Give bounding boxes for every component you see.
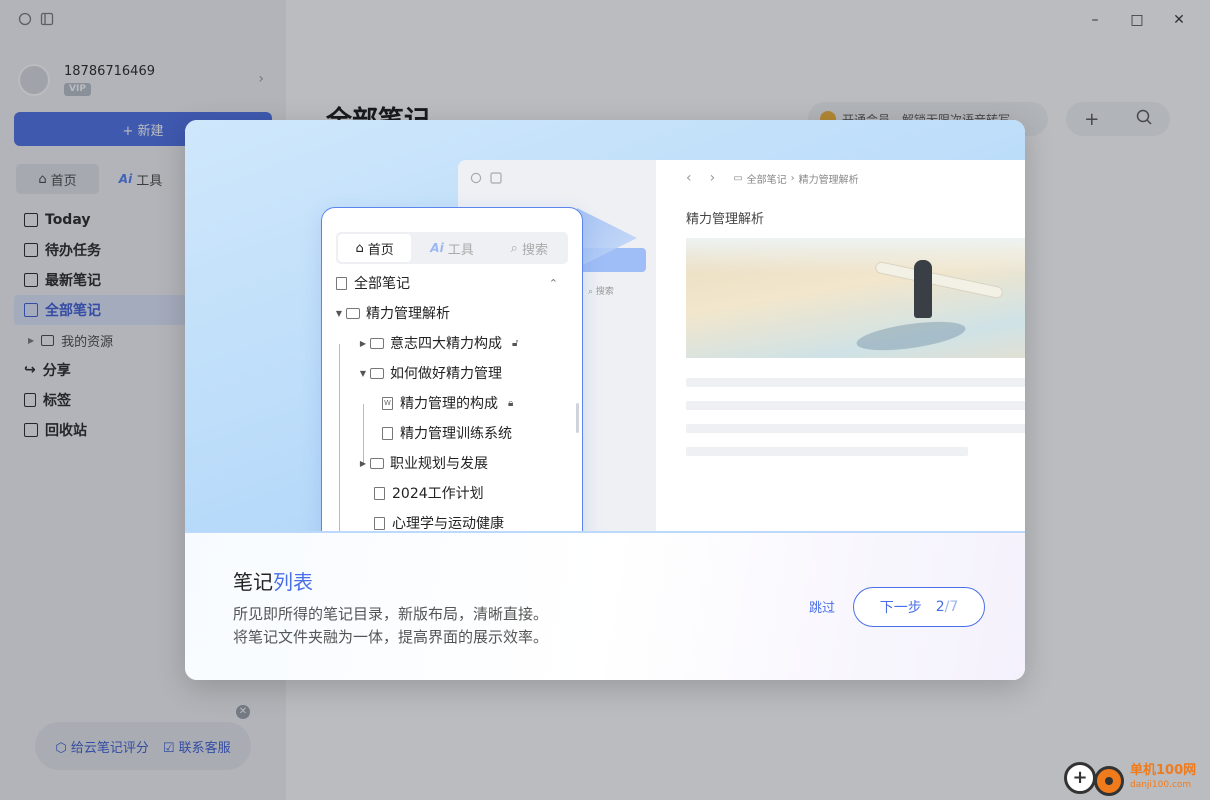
watermark-text: 单机100网 (1130, 763, 1197, 778)
scrollbar (576, 403, 579, 433)
mock-search-label: 搜索 (595, 287, 614, 297)
feature-illustration: ⌕ 搜索 ‹ › ▭ 全部笔记 › 精力管理解析 精力管理解析 ⌂ 首页 Ai … (185, 120, 1025, 532)
step-current: 2 (935, 599, 945, 615)
tree-item-label: 职业规划与发展 (390, 456, 488, 472)
folder-icon (370, 337, 384, 349)
tree-item: ▼ 精力管理解析 (336, 298, 568, 328)
tree-item-label: 精力管理的构成 (400, 396, 498, 412)
description-line: 所见即所得的笔记目录，新版布局，清晰直接。 (233, 605, 549, 623)
tree-item-label: 2024工作计划 (392, 486, 484, 502)
watermark-url: danji100.com (1130, 780, 1192, 790)
caret-right-icon: ▶ (359, 338, 367, 348)
tree-item-label: 意志四大精力构成 (390, 336, 502, 352)
tree-item: 2024工作计划 (336, 478, 568, 508)
folder-icon (370, 367, 384, 379)
step-total: /7 (944, 599, 959, 615)
modal-footer: 笔记列表 所见即所得的笔记目录，新版布局，清晰直接。 将笔记文件夹融为一体，提高… (185, 533, 1025, 680)
watermark-logo: + (1060, 758, 1126, 798)
note-tree: 全部笔记 ⌃ ▼ 精力管理解析 ▶ 意志四大精力构成 🔓︎ ▼ 如何做好精力管理… (336, 268, 568, 532)
tree-item: ▼ 如何做好精力管理 (336, 358, 568, 388)
mock-collapse-icon (490, 172, 502, 184)
tree-item: 精力管理训练系统 (336, 418, 568, 448)
placeholder-line (686, 447, 968, 456)
skip-button[interactable]: 跳过 (809, 597, 835, 616)
folder-icon (370, 457, 384, 469)
mock-tab-label: 搜索 (521, 242, 548, 258)
audio-doc-icon (374, 486, 385, 500)
tree-item: 心理学与运动健康 (336, 508, 568, 532)
tree-item-label: 心理学与运动健康 (392, 516, 504, 532)
folder-icon: ▭ (733, 172, 743, 184)
onboarding-modal: ⌕ 搜索 ‹ › ▭ 全部笔记 › 精力管理解析 精力管理解析 ⌂ 首页 Ai … (185, 120, 1025, 680)
lock-icon: 🔒︎ (508, 397, 514, 409)
back-arrow-icon: ‹ (686, 170, 692, 186)
placeholder-line (686, 401, 1025, 410)
site-watermark: + 单机100网 danji100.com (1060, 758, 1196, 798)
description-line: 将笔记文件夹融为一体，提高界面的展示效率。 (233, 628, 549, 646)
mock-note-view: ‹ › ▭ 全部笔记 › 精力管理解析 精力管理解析 (656, 160, 1025, 532)
caret-down-icon: ▼ (359, 368, 367, 378)
next-step-label: 下一步 (879, 600, 922, 616)
tree-item: W 精力管理的构成 🔒︎ (336, 388, 568, 418)
tree-item-label: 如何做好精力管理 (390, 366, 502, 382)
mock-tab-tools: Ai 工具 (415, 234, 488, 262)
tree-item-label: 全部笔记 (354, 276, 410, 292)
breadcrumb-item: 全部笔记 (746, 174, 787, 186)
chevron-up-icon: ⌃ (548, 276, 558, 290)
tree-item: ▶ 职业规划与发展 (336, 448, 568, 478)
mock-tab-label: 工具 (447, 242, 474, 258)
step-counter: 2/7 (936, 599, 959, 615)
tree-item-label: 精力管理训练系统 (400, 426, 512, 442)
placeholder-line (686, 378, 1025, 387)
image-doc-icon (374, 516, 385, 530)
mock-tab-search: ⌕ 搜索 (493, 234, 566, 262)
caret-right-icon: ▶ (359, 458, 367, 468)
doc-icon (382, 426, 393, 440)
doc-icon (336, 276, 347, 290)
home-icon: ⌂ (355, 240, 364, 256)
surfer-photo (686, 238, 1025, 358)
lock-icon: 🔓︎ (512, 337, 519, 349)
caret-down-icon: ▼ (335, 308, 343, 318)
mock-top-icons (470, 172, 502, 184)
tree-item: 全部笔记 ⌃ (336, 268, 568, 298)
tree-item-label: 精力管理解析 (366, 306, 450, 322)
forward-arrow-icon: › (709, 170, 716, 186)
ai-icon: Ai (430, 241, 444, 255)
feature-title-plain: 笔记 (233, 570, 273, 594)
next-step-button[interactable]: 下一步 2/7 (853, 587, 985, 627)
feature-description: 所见即所得的笔记目录，新版布局，清晰直接。 将笔记文件夹融为一体，提高界面的展示… (233, 603, 548, 649)
feature-title: 笔记列表 (233, 566, 313, 595)
mock-sidebar-search: ⌕ 搜索 (588, 287, 614, 297)
mock-tab-home: ⌂ 首页 (338, 234, 412, 262)
word-doc-icon: W (382, 396, 393, 410)
feature-title-highlight: 列表 (273, 570, 313, 594)
mock-nav: ‹ › ▭ 全部笔记 › 精力管理解析 (686, 170, 859, 186)
mock-tabs: ⌂ 首页 Ai 工具 ⌕ 搜索 (336, 232, 568, 264)
mock-sync-icon (470, 172, 482, 184)
breadcrumb-item: 精力管理解析 (798, 174, 859, 186)
search-icon: ⌕ (510, 240, 518, 256)
mock-note-title: 精力管理解析 (686, 212, 765, 227)
folder-icon (346, 307, 360, 319)
breadcrumb: ▭ 全部笔记 › 精力管理解析 (733, 172, 859, 186)
mock-note-tree-panel: ⌂ 首页 Ai 工具 ⌕ 搜索 全部笔记 ⌃ ▼ 精力管理解析 ▶ 意志四大精力… (321, 207, 583, 532)
placeholder-line (686, 424, 1025, 433)
tree-item: ▶ 意志四大精力构成 🔓︎ (336, 328, 568, 358)
mock-tab-label: 首页 (367, 242, 394, 258)
